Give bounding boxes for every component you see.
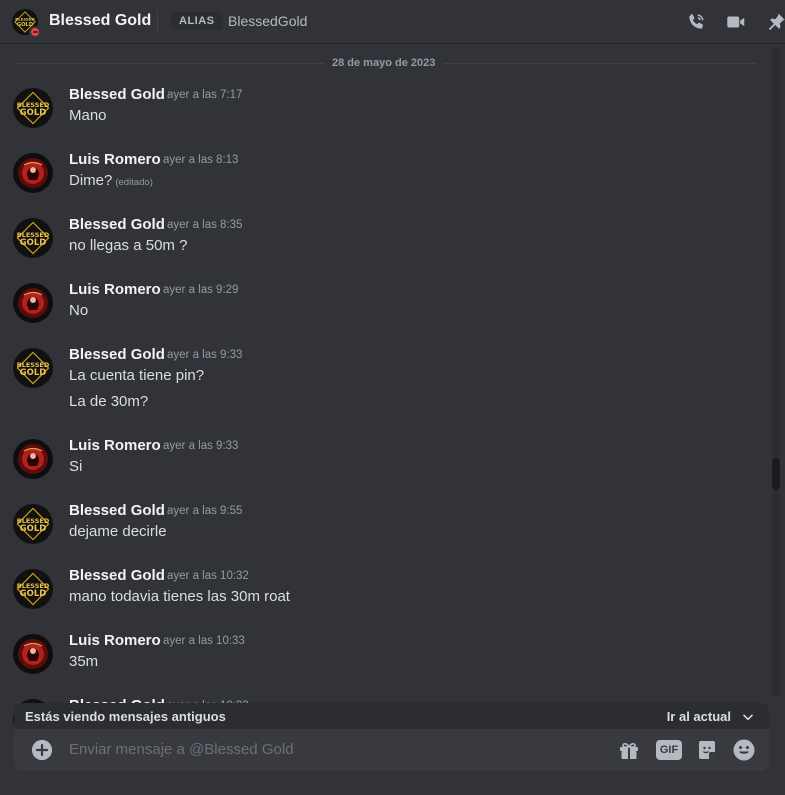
luis-romero-avatar-image [13,439,53,479]
old-messages-text: Estás viendo mensajes antiguos [25,709,226,724]
message-text: no llegas a 50m ? [69,237,187,254]
voice-call-icon[interactable] [685,11,707,33]
sticker-icon[interactable] [695,738,719,762]
avatar[interactable] [13,634,53,674]
message-content: 35m [69,653,99,670]
message-text: La cuenta tiene pin? [69,367,204,384]
dnd-status-indicator [29,26,41,38]
svg-text:GOLD: GOLD [20,108,47,118]
luis-romero-avatar-image [13,153,53,193]
blessed-gold-avatar-image: BLESSEDGOLD [13,569,53,609]
message-group[interactable]: Luis Romero ayer a las 10:33 35m [0,632,765,682]
message-content: La cuenta tiene pin? [69,367,205,384]
message-author[interactable]: Luis Romero [69,281,161,298]
message-content: dejame decirle [69,523,167,540]
avatar[interactable]: BLESSEDGOLD [13,569,53,609]
channel-header: BLESSED GOLD Blessed Gold ALIAS BlessedG… [0,0,785,44]
old-messages-banner: Estás viendo mensajes antiguos Ir al act… [14,703,769,731]
video-call-icon[interactable] [725,11,747,33]
message-author[interactable]: Blessed Gold [69,216,165,233]
message-content: La de 30m? [69,393,149,410]
message-timestamp: ayer a las 8:13 [163,154,239,166]
emoji-icon[interactable] [732,738,756,762]
message-text: 35m [69,653,98,670]
message-group[interactable]: BLESSED GOLD Blessed Gold ayer a las 8:35 no… [0,216,765,266]
avatar[interactable] [13,153,53,193]
message-group[interactable]: Luis Romero ayer a las 9:29 No [0,281,765,331]
message-timestamp: ayer a las 7:17 [167,89,243,101]
message-text: No [69,302,88,319]
message-author[interactable]: Blessed Gold [69,86,165,103]
luis-romero-avatar-image [13,634,53,674]
message-timestamp: ayer a las 9:55 [167,505,243,517]
avatar[interactable] [13,439,53,479]
header-divider [157,10,158,34]
message-group[interactable]: BLESSED GOLD Blessed Gold ayer a las 7:17 Ma… [0,86,765,136]
message-author[interactable]: Blessed Gold [69,567,165,584]
avatar[interactable]: BLESSEDGOLD [13,504,53,544]
message-timestamp: ayer a las 10:32 [167,570,249,582]
message-group[interactable]: Luis Romero ayer a las 8:13 Dime? (editado) [0,151,765,201]
message-author[interactable]: Luis Romero [69,151,161,168]
message-text: mano todavia tienes las 30m roat [69,588,290,605]
message-text: dejame decirle [69,523,167,540]
message-timestamp: ayer a las 9:33 [167,349,243,361]
gif-icon[interactable]: GIF [656,740,682,760]
date-divider-label: 28 de mayo de 2023 [324,57,444,69]
pin-icon[interactable] [765,11,785,33]
dm-chat-window: BLESSED GOLD Blessed Gold ALIAS BlessedG… [0,0,785,795]
message-content: Dime? [69,172,113,189]
message-timestamp: ayer a las 9:29 [163,284,239,296]
message-content: no llegas a 50m ? [69,237,188,254]
message-content: No [69,302,89,319]
avatar[interactable]: BLESSEDGOLD [13,88,53,128]
svg-text:GOLD: GOLD [20,238,47,248]
luis-romero-avatar-image [13,283,53,323]
alias-value: BlessedGold [228,13,308,29]
blessed-gold-avatar-image: BLESSEDGOLD [13,504,53,544]
message-content: Mano [69,107,107,124]
blessed-gold-avatar-image: BLESSEDGOLD [13,348,53,388]
message-group[interactable]: BLESSED GOLD Blessed Gold ayer a las 9:33 La… [0,346,765,434]
message-text: Dime? (editado) [69,172,153,189]
message-author[interactable]: Blessed Gold [69,346,165,363]
message-author[interactable]: Luis Romero [69,632,161,649]
svg-text:GOLD: GOLD [20,524,47,534]
blessed-gold-avatar-image: BLESSEDGOLD [13,218,53,258]
gift-icon[interactable] [617,738,641,762]
avatar[interactable]: BLESSEDGOLD [13,348,53,388]
edited-label: (editado) [115,177,153,188]
message-timestamp: ayer a las 8:35 [167,219,243,231]
message-group[interactable]: BLESSED GOLD Blessed Gold ayer a las 10:32 m… [0,567,765,617]
message-content: mano todavia tienes las 30m roat [69,588,290,605]
alias-tag: ALIAS [171,12,223,30]
message-timestamp: ayer a las 9:33 [163,440,239,452]
message-author[interactable]: Blessed Gold [69,502,165,519]
avatar[interactable] [13,283,53,323]
svg-text:GOLD: GOLD [20,368,47,378]
scrollbar-thumb[interactable] [772,458,780,490]
message-input[interactable]: Enviar mensaje a @Blessed Gold [69,741,294,758]
chevron-down-icon[interactable] [741,710,755,724]
jump-to-present-button[interactable]: Ir al actual [667,709,731,724]
svg-text:GOLD: GOLD [20,589,47,599]
message-text: La de 30m? [69,393,148,410]
message-content: Si [69,458,83,475]
add-attachment-icon[interactable] [31,739,53,761]
message-text: Si [69,458,82,475]
message-group[interactable]: Luis Romero ayer a las 9:33 Si [0,437,765,487]
avatar[interactable]: BLESSEDGOLD [13,218,53,258]
page-title: Blessed Gold [49,12,152,29]
header-avatar[interactable]: BLESSED GOLD [12,9,41,38]
blessed-gold-avatar-image: BLESSEDGOLD [13,88,53,128]
svg-text:BLESSED: BLESSED [15,17,35,22]
message-timestamp: ayer a las 10:33 [163,635,245,647]
message-text: Mano [69,107,107,124]
scrollbar-track[interactable] [772,48,780,698]
message-composer: Enviar mensaje a @Blessed Gold GIF [14,729,769,771]
message-author[interactable]: Luis Romero [69,437,161,454]
message-group[interactable]: BLESSED GOLD Blessed Gold ayer a las 9:55 de… [0,502,765,552]
